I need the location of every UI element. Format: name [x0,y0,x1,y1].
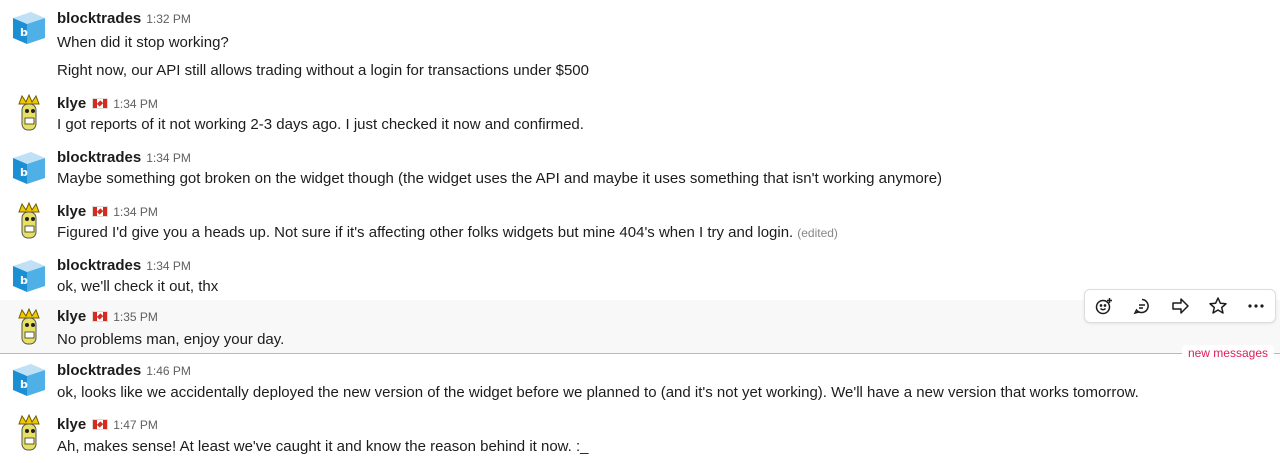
canada-flag-icon [92,98,109,109]
message-text: When did it stop working? [57,34,229,51]
timestamp[interactable]: 1:34 PM [146,259,191,273]
canada-flag-icon [92,311,109,322]
blocktrades-cube-avatar[interactable]: b [9,8,49,48]
message-body: Figured I'd give you a heads up. Not sur… [57,224,794,241]
timestamp[interactable]: 1:34 PM [113,205,158,219]
svg-text:b: b [20,26,28,39]
message-text: No problems man, enjoy your day. [57,331,285,348]
author-name[interactable]: blocktrades [57,362,141,379]
author-name[interactable]: klye [57,203,86,220]
canada-flag-icon [92,419,109,430]
timestamp[interactable]: 1:34 PM [146,151,191,165]
timestamp[interactable]: 1:46 PM [146,364,191,378]
timestamp[interactable]: 1:32 PM [146,12,191,26]
message-text: ok, looks like we accidentally deployed … [57,384,1139,401]
message-text: I got reports of it not working 2-3 days… [57,116,584,133]
svg-text:b: b [20,166,28,179]
edited-label: (edited) [797,226,838,240]
author-name[interactable]: klye [57,416,86,433]
klye-avatar[interactable] [9,414,49,454]
timestamp[interactable]: 1:34 PM [113,97,158,111]
svg-text:b: b [20,274,28,287]
author-name[interactable]: blocktrades [57,149,141,166]
add-reaction-icon [1095,298,1112,315]
message-blocktrades: b blocktrades 1:32 PM When did it stop w… [0,0,1280,92]
svg-text:b: b [20,378,28,391]
share-icon [1172,298,1189,314]
message-blocktrades: b blocktrades 1:34 PM Maybe something go… [0,146,1280,200]
reply-in-thread-button[interactable] [1123,290,1161,322]
klye-avatar[interactable] [9,308,49,348]
klye-avatar[interactable] [9,94,49,134]
canada-flag-icon [92,206,109,217]
share-message-button[interactable] [1161,290,1199,322]
star-icon [1209,297,1227,314]
author-name[interactable]: blocktrades [57,10,141,27]
add-reaction-button[interactable] [1085,290,1123,322]
author-name[interactable]: klye [57,308,86,325]
timestamp[interactable]: 1:47 PM [113,418,158,432]
reply-thread-icon [1133,298,1149,315]
timestamp[interactable]: 1:35 PM [113,310,158,324]
blocktrades-cube-avatar[interactable]: b [9,360,49,400]
message-text: Ah, makes sense! At least we've caught i… [57,438,589,455]
message-text: ok, we'll check it out, thx [57,278,219,295]
more-actions-button[interactable] [1237,290,1275,322]
message-text: Right now, our API still allows trading … [57,62,589,79]
blocktrades-cube-avatar[interactable]: b [9,256,49,296]
message-blocktrades: b blocktrades 1:46 PM ok, looks like we … [0,354,1280,408]
message-text: Figured I'd give you a heads up. Not sur… [57,222,838,244]
klye-avatar[interactable] [9,202,49,242]
blocktrades-cube-avatar[interactable]: b [9,148,49,188]
message-text: Maybe something got broken on the widget… [57,170,943,187]
author-name[interactable]: klye [57,95,86,112]
message-klye: klye 1:47 PM Ah, makes sense! At least w… [0,408,1280,463]
star-message-button[interactable] [1199,290,1237,322]
author-name[interactable]: blocktrades [57,257,141,274]
message-actions-toolbar [1084,289,1276,323]
message-klye: klye 1:34 PM Figured I'd give you a head… [0,200,1280,254]
message-klye: klye 1:34 PM I got reports of it not wor… [0,92,1280,146]
more-actions-icon [1248,304,1264,308]
